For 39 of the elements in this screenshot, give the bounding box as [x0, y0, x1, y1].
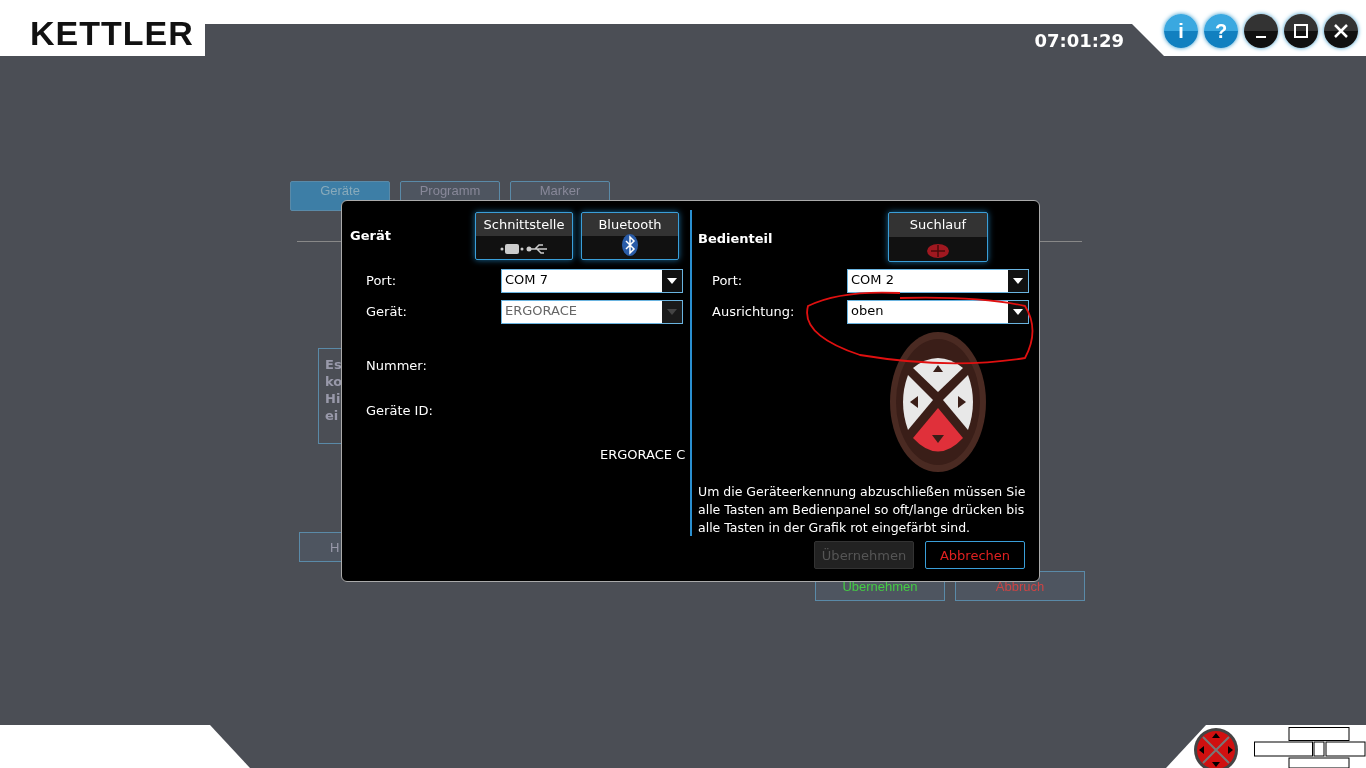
close-icon	[1333, 23, 1349, 39]
info-text: Hi	[325, 391, 342, 406]
minimize-button[interactable]	[1244, 14, 1278, 48]
caret-icon	[667, 278, 677, 284]
info-label: Geräte ID:	[366, 403, 433, 418]
field-label: Ausrichtung:	[712, 304, 795, 319]
maximize-icon	[1293, 23, 1309, 39]
minimize-icon	[1256, 36, 1266, 38]
info-label: Nummer:	[366, 358, 427, 373]
info-text: Es	[325, 357, 343, 372]
close-button[interactable]	[1324, 14, 1358, 48]
remote-control-icon	[1193, 727, 1239, 768]
cancel-button[interactable]: Abbrechen	[925, 541, 1025, 569]
dropdown[interactable]: COM 2	[847, 269, 1029, 293]
serial-usb-icon	[499, 242, 549, 256]
help-button[interactable]: ?	[1204, 14, 1238, 48]
remote-icon	[927, 244, 949, 258]
field-label: Port:	[366, 273, 397, 288]
dropdown[interactable]: COM 7	[501, 269, 683, 293]
dropdown[interactable]: oben	[847, 300, 1029, 324]
logo: KETTLER	[30, 14, 195, 53]
section-title: Bedienteil	[698, 231, 773, 246]
interface-button[interactable]: Schnittstelle	[475, 212, 573, 260]
info-text: ei	[325, 408, 340, 423]
field-label: Gerät:	[366, 304, 407, 319]
caret-icon	[667, 309, 677, 315]
device-name: ERGORACE C	[600, 447, 686, 462]
section-title: Gerät	[350, 228, 391, 243]
maximize-button[interactable]	[1284, 14, 1318, 48]
bluetooth-button[interactable]: Bluetooth	[581, 212, 679, 260]
field-label: Port:	[712, 273, 743, 288]
info-button[interactable]: i	[1164, 14, 1198, 48]
info-text: ko	[325, 374, 344, 389]
caret-icon	[1013, 278, 1023, 284]
clock: 07:01:29	[1034, 29, 1124, 51]
bluetooth-icon	[622, 234, 638, 256]
scan-button[interactable]: Suchlauf	[888, 212, 988, 262]
instruction-text: Um die Geräteerkennung abzuschließen müssen Sie alle Tasten am Bedienpanel so oft/lange drücken bis alle Tasten in der Grafik rot eingefärbt sind.	[698, 483, 1027, 537]
caret-icon	[1013, 309, 1023, 315]
